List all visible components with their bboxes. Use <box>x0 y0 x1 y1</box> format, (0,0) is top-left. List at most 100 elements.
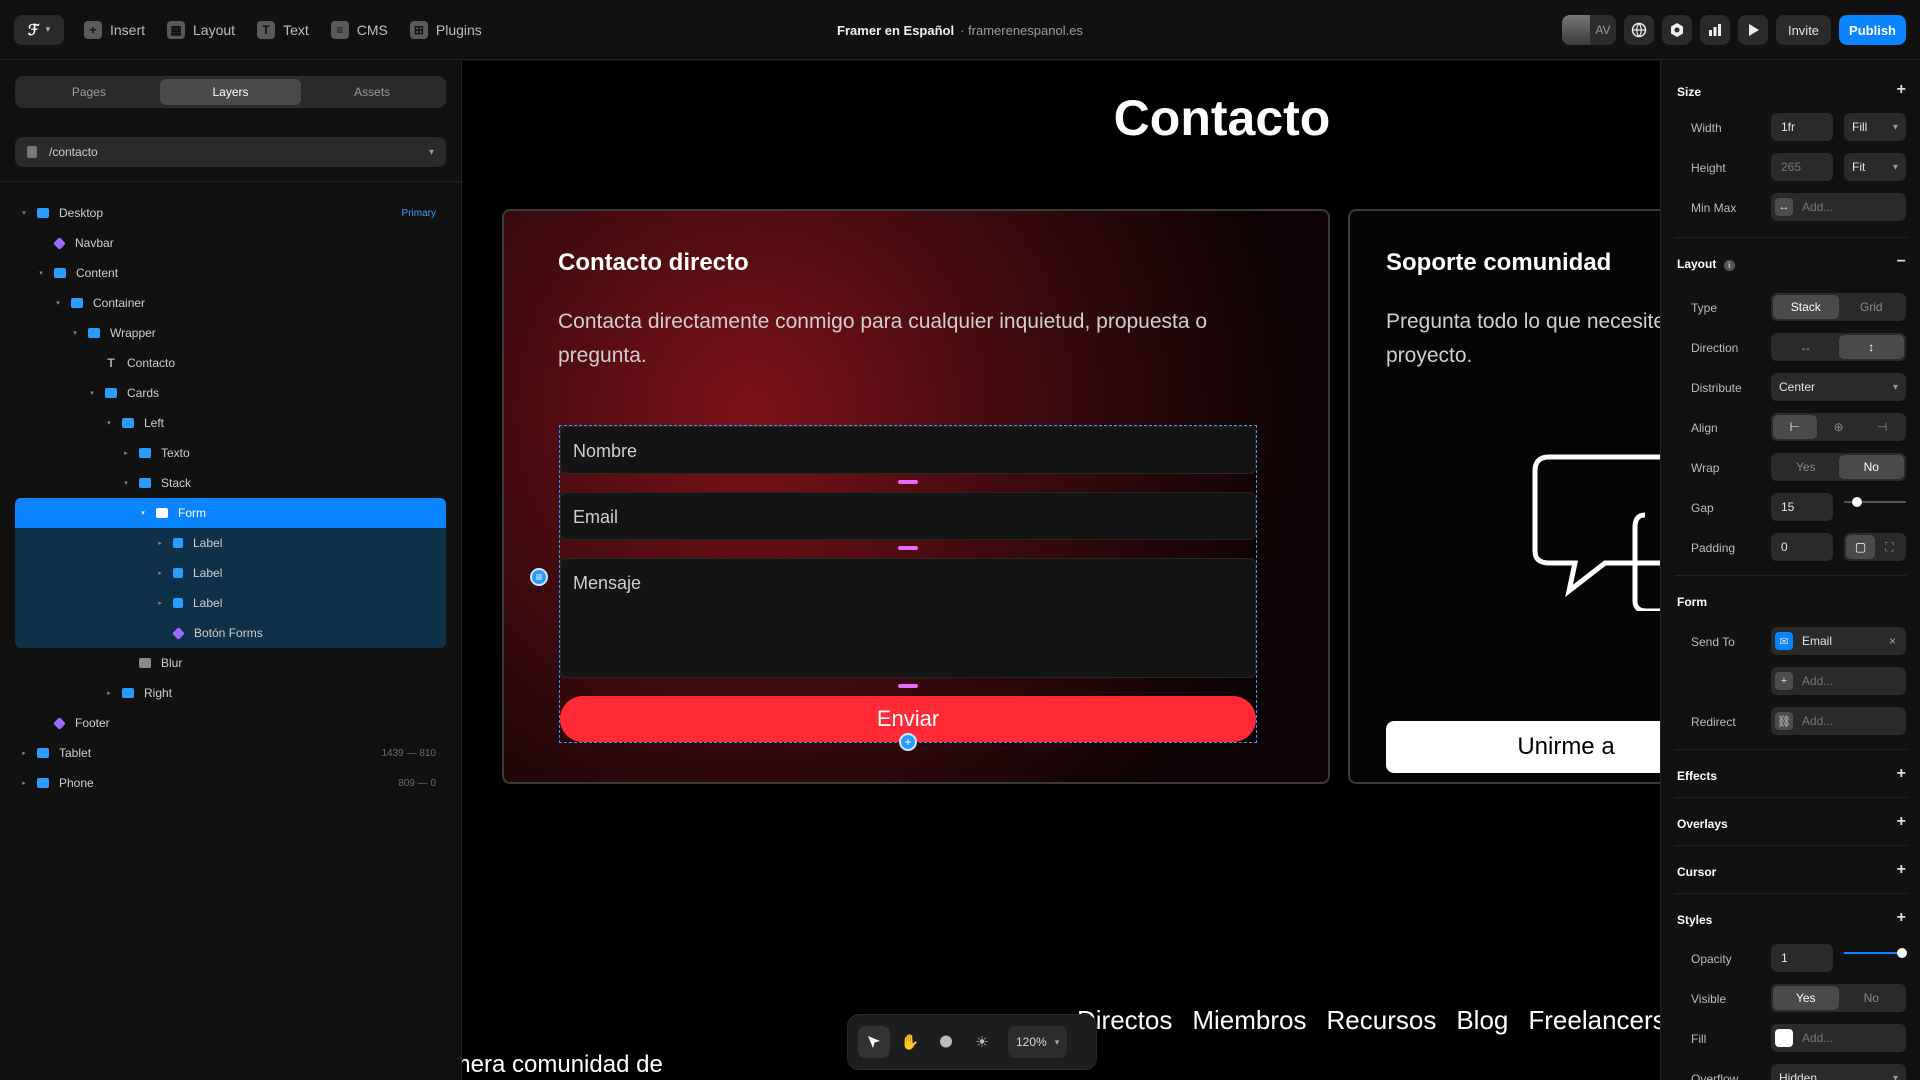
plugins-button[interactable]: ⊞ Plugins <box>409 20 482 39</box>
fill-input[interactable]: Add... <box>1771 1024 1906 1052</box>
expand-caret-icon[interactable]: ▸ <box>19 779 29 787</box>
nav-link[interactable]: Miembros <box>1192 1005 1306 1036</box>
layer-row-label[interactable]: ▸ Label <box>15 558 446 588</box>
layer-row-form[interactable]: ▾ Form <box>15 498 446 528</box>
layer-row-content[interactable]: ▾ Content <box>15 258 446 288</box>
stack-option[interactable]: Stack <box>1773 295 1839 319</box>
close-icon[interactable]: × <box>1889 634 1896 648</box>
expand-caret-icon[interactable]: ▾ <box>138 509 148 517</box>
analytics-button[interactable] <box>1699 15 1730 45</box>
gap-slider-handle[interactable] <box>1852 497 1862 507</box>
hand-tool-button[interactable]: ✋ <box>894 1026 926 1058</box>
gap-marker[interactable] <box>898 546 918 550</box>
sendto-select[interactable]: ✉ Email × <box>1771 627 1906 655</box>
direction-toggle[interactable]: ↔ ↕ <box>1771 333 1906 361</box>
gap-marker[interactable] <box>898 684 918 688</box>
contact-form[interactable]: Nombre Email Mensaje Enviar + <box>559 425 1257 751</box>
minmax-input[interactable]: ↔ Add... <box>1771 193 1906 221</box>
expand-caret-icon[interactable]: ▸ <box>155 569 165 577</box>
add-cursor-icon[interactable]: + <box>1897 861 1906 879</box>
visible-no-option[interactable]: No <box>1839 986 1905 1010</box>
card-left[interactable]: Contacto directo Contacta directamente c… <box>502 209 1330 784</box>
visible-toggle[interactable]: Yes No <box>1771 984 1906 1012</box>
layer-row-blur[interactable]: Blur <box>15 648 446 678</box>
insert-button[interactable]: + Insert <box>84 20 145 39</box>
align-right-icon[interactable]: ⊣ <box>1860 415 1904 439</box>
layout-button[interactable]: ▦ Layout <box>167 20 235 39</box>
tab-assets[interactable]: Assets <box>301 79 443 105</box>
layer-row-label[interactable]: ▸ Label <box>15 528 446 558</box>
zoom-select[interactable]: 120% ▾ <box>1008 1026 1068 1058</box>
theme-toggle-button[interactable]: ☀ <box>966 1026 998 1058</box>
gap-input[interactable]: 15 <box>1771 493 1833 521</box>
text-button[interactable]: T Text <box>257 20 309 39</box>
add-effect-icon[interactable]: + <box>1897 765 1906 783</box>
preview-button[interactable] <box>1737 15 1768 45</box>
layer-row-container[interactable]: ▾ Container <box>15 288 446 318</box>
info-icon[interactable]: i <box>1723 260 1735 271</box>
wrap-no-option[interactable]: No <box>1838 455 1904 479</box>
layer-row-phone[interactable]: ▸ Phone 809 — 0 <box>15 768 446 798</box>
layer-row-right[interactable]: ▸ Right <box>15 678 446 708</box>
invite-button[interactable]: Invite <box>1775 15 1832 45</box>
expand-caret-icon[interactable]: ▸ <box>155 539 165 547</box>
nav-link[interactable]: Freelancers <box>1528 1005 1660 1036</box>
email-field[interactable]: Email <box>560 492 1256 540</box>
layer-row-label[interactable]: ▸ Label <box>15 588 446 618</box>
layer-row-contacto[interactable]: T Contacto <box>15 348 446 378</box>
canvas[interactable]: Contacto Contacto directo Contacta direc… <box>462 61 1660 1080</box>
width-mode-select[interactable]: Fill ▾ <box>1844 113 1906 141</box>
settings-button[interactable] <box>1661 15 1692 45</box>
framer-menu-button[interactable]: ℱ ▾ <box>14 14 64 45</box>
add-recipient-input[interactable]: + Add... <box>1771 667 1906 695</box>
page-selector[interactable]: /contacto ▾ <box>15 137 446 167</box>
layout-type-toggle[interactable]: Stack Grid <box>1771 293 1906 321</box>
expand-caret-icon[interactable]: ▸ <box>155 599 165 607</box>
add-size-icon[interactable]: + <box>1897 81 1906 99</box>
wrap-yes-option[interactable]: Yes <box>1773 455 1839 479</box>
expand-caret-icon[interactable]: ▾ <box>121 479 131 487</box>
layer-row-desktop[interactable]: ▾ Desktop Primary <box>15 198 446 228</box>
layer-row-texto[interactable]: ▸ Texto <box>15 438 446 468</box>
opacity-input[interactable]: 1 <box>1771 944 1833 972</box>
layer-row-navbar[interactable]: Navbar <box>15 228 446 258</box>
nav-link[interactable]: Recursos <box>1327 1005 1437 1036</box>
avatar[interactable]: AV <box>1561 15 1616 45</box>
cursor-section-title[interactable]: Cursor <box>1677 865 1716 879</box>
align-left-icon[interactable]: ⊢ <box>1773 415 1817 439</box>
nav-link[interactable]: Blog <box>1456 1005 1508 1036</box>
height-mode-select[interactable]: Fit ▾ <box>1844 153 1906 181</box>
height-input[interactable]: 265 <box>1771 153 1833 181</box>
expand-caret-icon[interactable]: ▸ <box>19 749 29 757</box>
add-style-icon[interactable]: + <box>1897 909 1906 927</box>
join-button[interactable]: Unirme a <box>1386 721 1660 773</box>
effects-section-title[interactable]: Effects <box>1677 769 1717 783</box>
grid-option[interactable]: Grid <box>1839 295 1905 319</box>
overflow-select[interactable]: Hidden ▾ <box>1771 1064 1906 1080</box>
horizontal-arrow-icon[interactable]: ↔ <box>1773 335 1839 359</box>
distribute-select[interactable]: Center ▾ <box>1771 373 1906 401</box>
layer-row-tablet[interactable]: ▸ Tablet 1439 — 810 <box>15 738 446 768</box>
padding-input[interactable]: 0 <box>1771 533 1833 561</box>
publish-button[interactable]: Publish <box>1839 15 1906 45</box>
layer-row-stack[interactable]: ▾ Stack <box>15 468 446 498</box>
padding-mode-toggle[interactable]: ▢ ⛶ <box>1844 533 1906 561</box>
stack-handle-icon[interactable]: ≡ <box>530 568 548 586</box>
opacity-slider-handle[interactable] <box>1897 948 1907 958</box>
select-tool-button[interactable] <box>858 1026 890 1058</box>
expand-caret-icon[interactable]: ▾ <box>19 209 29 217</box>
page-heading[interactable]: Contacto <box>462 89 1660 147</box>
tab-pages[interactable]: Pages <box>18 79 160 105</box>
tab-layers[interactable]: Layers <box>159 79 302 105</box>
layer-row-bot-n-forms[interactable]: Botón Forms <box>15 618 446 648</box>
align-toggle[interactable]: ⊢ ⊕ ⊣ <box>1771 413 1906 441</box>
padding-uniform-icon[interactable]: ▢ <box>1846 535 1875 559</box>
layer-row-cards[interactable]: ▾ Cards <box>15 378 446 408</box>
expand-caret-icon[interactable]: ▸ <box>104 689 114 697</box>
message-field[interactable]: Mensaje <box>560 558 1256 678</box>
width-input[interactable]: 1fr <box>1771 113 1833 141</box>
wrap-toggle[interactable]: Yes No <box>1771 453 1906 481</box>
expand-caret-icon[interactable]: ▾ <box>70 329 80 337</box>
expand-caret-icon[interactable]: ▾ <box>53 299 63 307</box>
layer-row-wrapper[interactable]: ▾ Wrapper <box>15 318 446 348</box>
